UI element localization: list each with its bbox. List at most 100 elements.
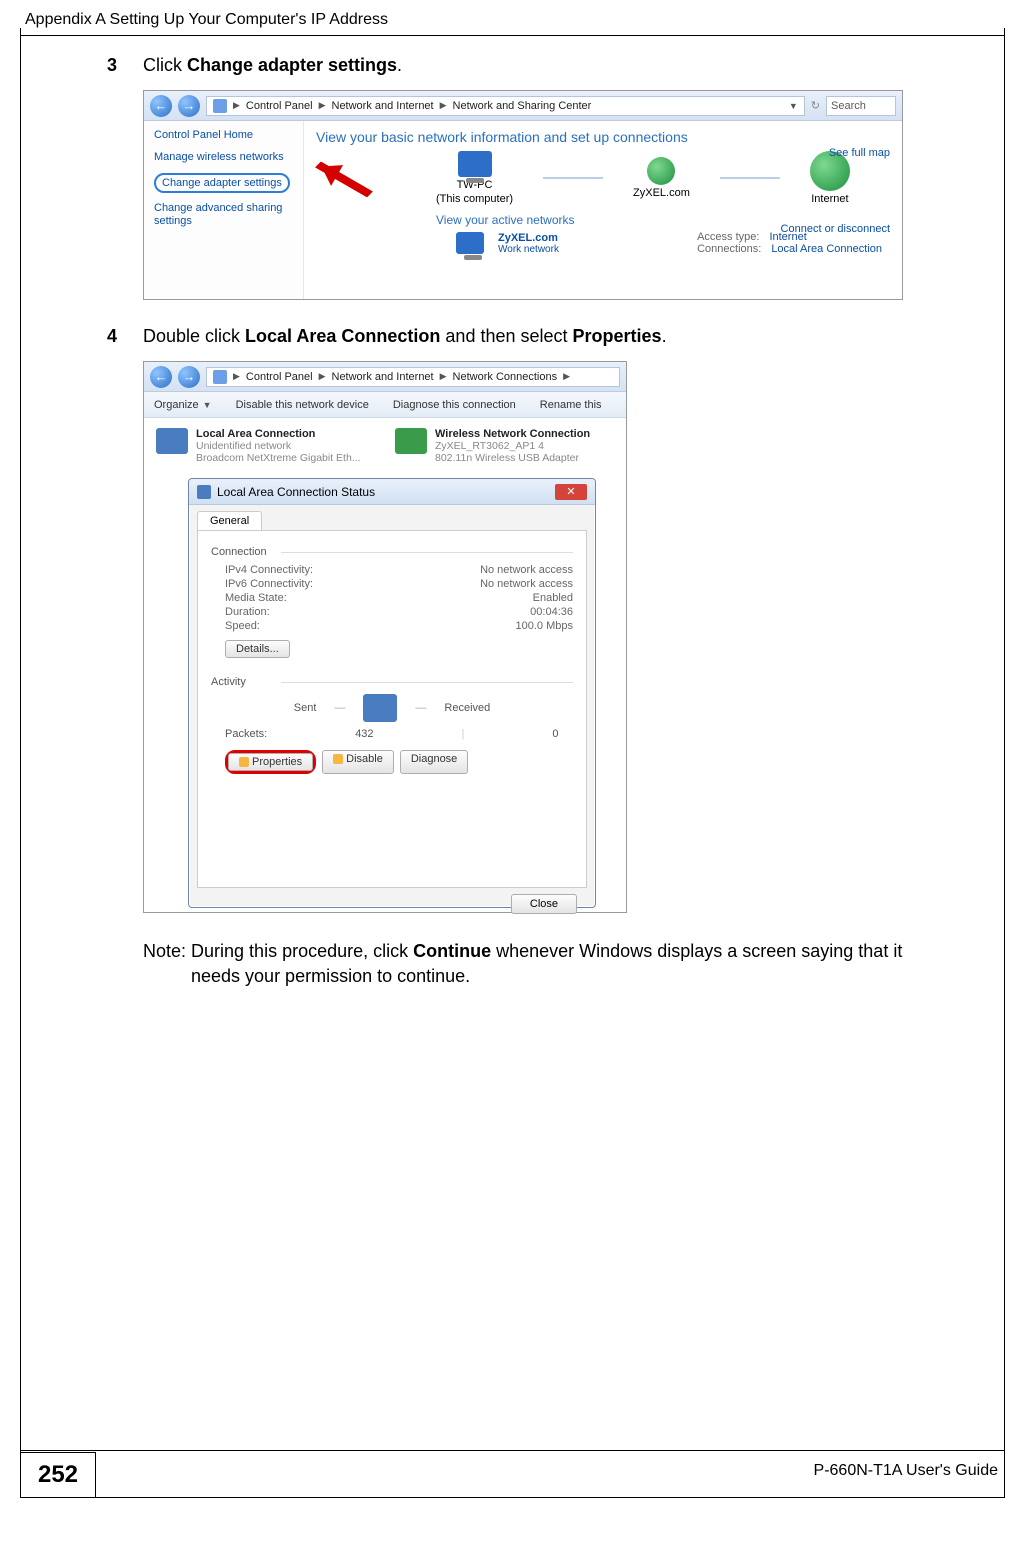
computer-icon [458, 151, 492, 177]
chevron-right-icon: ▶ [440, 371, 447, 382]
text: . [662, 326, 667, 346]
breadcrumb-item[interactable]: Network and Sharing Center [453, 100, 592, 112]
refresh-icon[interactable]: ↻ [811, 99, 820, 112]
step-number: 4 [99, 326, 117, 347]
speed-label: Speed: [225, 620, 260, 632]
back-button[interactable]: ← [150, 95, 172, 117]
access-type-label: Access type: [697, 231, 759, 243]
diagnose-button[interactable]: Diagnose [400, 750, 468, 774]
breadcrumb-item[interactable]: Network Connections [453, 371, 558, 383]
connect-disconnect-link[interactable]: Connect or disconnect [781, 223, 890, 235]
network-line-icon [720, 177, 780, 179]
page-heading: View your basic network information and … [316, 129, 890, 145]
text: . [397, 55, 402, 75]
shield-icon [333, 754, 343, 764]
forward-button[interactable]: → [178, 95, 200, 117]
connection-group-label: Connection [211, 546, 573, 558]
step-text: Click Change adapter settings. [143, 55, 402, 76]
active-network-type[interactable]: Work network [498, 244, 559, 255]
connections-label: Connections: [697, 243, 761, 255]
guide-title: P-660N-T1A User's Guide [814, 1462, 998, 1480]
network-line-icon [543, 177, 603, 179]
adapter-device: 802.11n Wireless USB Adapter [435, 452, 590, 464]
ipv4-label: IPv4 Connectivity: [225, 564, 313, 576]
text: and then select [440, 326, 572, 346]
ipv6-value: No network access [480, 578, 573, 590]
breadcrumb-item[interactable]: Control Panel [246, 371, 313, 383]
search-input[interactable]: Search [826, 96, 896, 116]
chevron-right-icon: ▶ [440, 100, 447, 111]
explorer-toolbar: Organize ▼ Disable this network device D… [144, 392, 626, 418]
breadcrumb-item[interactable]: Network and Internet [332, 100, 434, 112]
details-button[interactable]: Details... [225, 640, 290, 658]
activity-group-label: Activity [211, 676, 573, 688]
control-panel-icon [213, 370, 227, 384]
network-icon [647, 157, 675, 185]
note-label: Note: [143, 941, 191, 961]
breadcrumb-item[interactable]: Control Panel [246, 100, 313, 112]
control-panel-icon [213, 99, 227, 113]
control-panel-home-link[interactable]: Control Panel Home [154, 129, 293, 141]
packets-label: Packets: [225, 728, 267, 740]
screenshot-network-connections: ← → ▶ Control Panel ▶ Network and Intern… [143, 361, 627, 913]
footer-rule [21, 1450, 1004, 1451]
duration-value: 00:04:36 [530, 606, 573, 618]
pc-sub: (This computer) [436, 193, 513, 205]
back-button[interactable]: ← [150, 366, 172, 388]
ethernet-adapter-icon [156, 428, 188, 454]
explorer-navbar: ← → ▶ Control Panel ▶ Network and Intern… [144, 362, 626, 392]
adapter-status: ZyXEL_RT3062_AP1 4 [435, 440, 590, 452]
packets-received-value: 0 [552, 728, 558, 740]
text: Click [143, 55, 187, 75]
adapter-local-area-connection[interactable]: Local Area Connection Unidentified netwo… [156, 428, 375, 464]
step-4: 4 Double click Local Area Connection and… [99, 326, 926, 347]
disable-button[interactable]: Disable [322, 750, 394, 774]
chevron-right-icon: ▶ [233, 100, 240, 111]
close-button[interactable]: Close [511, 894, 577, 914]
active-network-name[interactable]: ZyXEL.com [498, 232, 559, 244]
internet-label: Internet [811, 193, 848, 205]
screenshot-network-sharing-center: ← → ▶ Control Panel ▶ Network and Intern… [143, 90, 903, 300]
network-sharing-main: View your basic network information and … [304, 121, 902, 299]
address-bar[interactable]: ▶ Control Panel ▶ Network and Internet ▶… [206, 96, 805, 116]
chevron-right-icon: ▶ [319, 371, 326, 382]
header-rule [21, 35, 1004, 36]
tab-general[interactable]: General [197, 511, 262, 530]
forward-button[interactable]: → [178, 366, 200, 388]
note-paragraph: Note: During this procedure, click Conti… [143, 939, 926, 989]
text-bold: Change adapter settings [187, 55, 397, 75]
received-label: Received [444, 702, 490, 714]
explorer-navbar: ← → ▶ Control Panel ▶ Network and Intern… [144, 91, 902, 121]
sent-label: Sent [294, 702, 317, 714]
running-header: Appendix A Setting Up Your Computer's IP… [25, 11, 388, 29]
dialog-titlebar[interactable]: Local Area Connection Status ✕ [189, 479, 595, 505]
sidebar-link-manage-wireless[interactable]: Manage wireless networks [154, 151, 293, 164]
connections-value[interactable]: Local Area Connection [771, 243, 882, 255]
dialog-close-button[interactable]: ✕ [555, 484, 587, 500]
chevron-down-icon[interactable]: ▼ [789, 101, 798, 111]
chevron-right-icon: ▶ [319, 100, 326, 111]
adapter-device: Broadcom NetXtreme Gigabit Eth... [196, 452, 361, 464]
see-full-map-link[interactable]: See full map [829, 147, 890, 159]
breadcrumb-item[interactable]: Network and Internet [332, 371, 434, 383]
text-bold: Local Area Connection [245, 326, 440, 346]
packets-sent-value: 432 [355, 728, 373, 740]
toolbar-diagnose[interactable]: Diagnose this connection [393, 399, 516, 411]
address-bar[interactable]: ▶ Control Panel ▶ Network and Internet ▶… [206, 367, 620, 387]
ipv6-label: IPv6 Connectivity: [225, 578, 313, 590]
organize-menu[interactable]: Organize ▼ [154, 399, 212, 411]
sidebar-link-advanced-sharing[interactable]: Change advanced sharing settings [154, 202, 293, 228]
page-number: 252 [20, 1452, 96, 1498]
network-profile-icon [456, 232, 484, 254]
properties-button[interactable]: Properties [228, 753, 313, 771]
adapter-status: Unidentified network [196, 440, 361, 452]
toolbar-rename[interactable]: Rename this [540, 399, 602, 411]
adapter-wireless-connection[interactable]: Wireless Network Connection ZyXEL_RT3062… [395, 428, 614, 464]
dialog-icon [197, 485, 211, 499]
toolbar-disable-device[interactable]: Disable this network device [236, 399, 369, 411]
sidebar-link-change-adapter-highlighted[interactable]: Change adapter settings [154, 173, 290, 193]
chevron-right-icon: ▶ [233, 371, 240, 382]
step-3: 3 Click Change adapter settings. [99, 55, 926, 76]
note-text-bold: Continue [413, 941, 491, 961]
wifi-adapter-icon [395, 428, 427, 454]
